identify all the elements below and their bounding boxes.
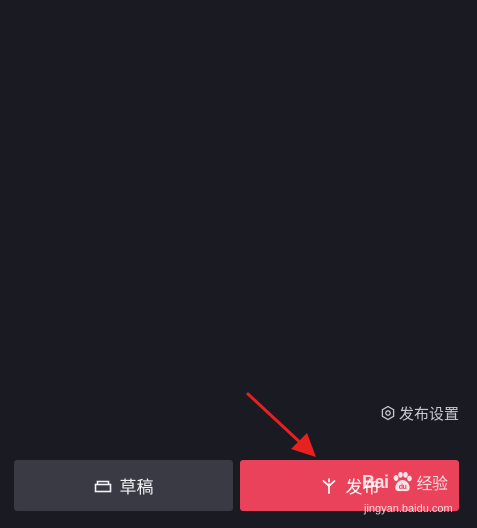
draft-button[interactable]: 草稿 [14,460,233,511]
draft-box-icon [94,480,111,492]
publish-button-label: 发布 [345,478,380,498]
publish-settings-label: 发布设置 [398,404,459,423]
publish-button[interactable]: 发布 [240,460,459,511]
video-publish-screen: 发布设置 草稿 发布 Bai du 经验 jingyan.baidu.com [0,0,477,528]
annotation-arrow [246,392,316,457]
hexagon-settings-icon [381,405,395,421]
sparkle-icon [322,477,335,494]
draft-button-label: 草稿 [119,478,154,498]
publish-settings-link[interactable]: 发布设置 [380,403,459,423]
